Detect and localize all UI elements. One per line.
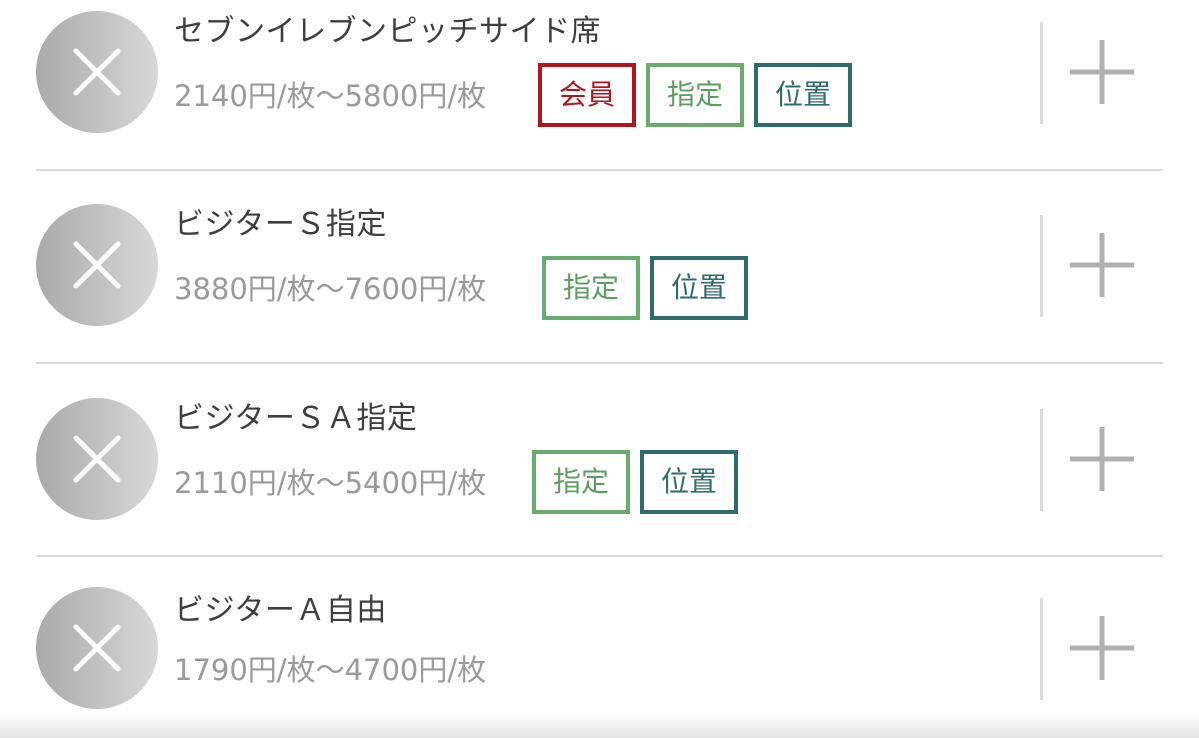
add-seat-button[interactable] <box>1066 36 1138 108</box>
seat-name: セブンイレブンピッチサイド席 <box>174 14 601 49</box>
row-separator <box>1040 215 1043 317</box>
member-tag: 会員 <box>538 63 637 127</box>
row-separator <box>1040 409 1043 511</box>
reserved-tag: 指定 <box>646 63 745 127</box>
seat-row: ビジターＡ自由 1790円/枚〜4700円/枚 <box>0 576 1199 726</box>
close-icon <box>73 48 121 96</box>
position-tag: 位置 <box>650 256 749 320</box>
seat-name: ビジターＳＡ指定 <box>174 401 418 436</box>
seat-tags: 指定 位置 <box>542 256 749 320</box>
row-separator <box>1040 598 1043 700</box>
seat-price: 3880円/枚〜7600円/枚 <box>174 272 487 306</box>
close-icon <box>73 435 121 483</box>
seat-tags: 会員 指定 位置 <box>538 63 853 127</box>
seat-price: 1790円/枚〜4700円/枚 <box>174 653 487 687</box>
remove-seat-button[interactable] <box>36 11 158 133</box>
seat-list: セブンイレブンピッチサイド席 2140円/枚〜5800円/枚 会員 指定 位置 … <box>0 0 1199 738</box>
plus-icon <box>1070 427 1134 491</box>
seat-row: ビジターＳ指定 3880円/枚〜7600円/枚 指定 位置 <box>0 193 1199 343</box>
add-seat-button[interactable] <box>1066 423 1138 495</box>
plus-icon <box>1070 616 1134 680</box>
divider <box>36 362 1163 364</box>
position-tag: 位置 <box>640 450 739 514</box>
remove-seat-button[interactable] <box>36 204 158 326</box>
seat-row: セブンイレブンピッチサイド席 2140円/枚〜5800円/枚 会員 指定 位置 <box>0 0 1199 150</box>
divider <box>36 555 1163 557</box>
reserved-tag: 指定 <box>542 256 641 320</box>
seat-name: ビジターＡ自由 <box>174 593 387 628</box>
add-seat-button[interactable] <box>1066 612 1138 684</box>
remove-seat-button[interactable] <box>36 587 158 709</box>
position-tag: 位置 <box>754 63 853 127</box>
row-separator <box>1040 22 1043 124</box>
bottom-shadow <box>0 712 1199 738</box>
divider <box>36 169 1163 171</box>
plus-icon <box>1070 40 1134 104</box>
seat-name: ビジターＳ指定 <box>174 207 387 242</box>
close-icon <box>73 624 121 672</box>
remove-seat-button[interactable] <box>36 398 158 520</box>
seat-row: ビジターＳＡ指定 2110円/枚〜5400円/枚 指定 位置 <box>0 387 1199 537</box>
reserved-tag: 指定 <box>532 450 631 514</box>
plus-icon <box>1070 233 1134 297</box>
close-icon <box>73 241 121 289</box>
seat-tags: 指定 位置 <box>532 450 739 514</box>
seat-price: 2140円/枚〜5800円/枚 <box>174 79 487 113</box>
add-seat-button[interactable] <box>1066 229 1138 301</box>
seat-price: 2110円/枚〜5400円/枚 <box>174 466 487 500</box>
